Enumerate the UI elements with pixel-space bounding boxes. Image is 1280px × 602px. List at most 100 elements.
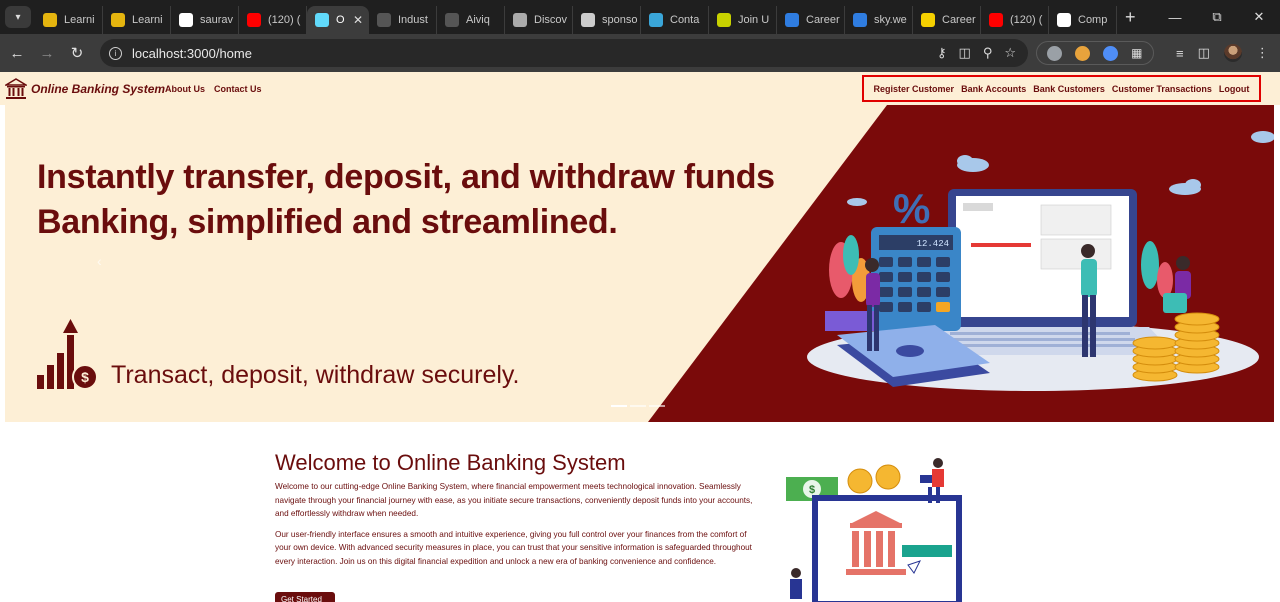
tab-title: (120) ( bbox=[268, 14, 301, 26]
restore-icon[interactable]: ⧉ bbox=[1196, 9, 1238, 25]
puzzle-extensions-icon[interactable]: ▦ bbox=[1131, 46, 1142, 60]
browser-tab[interactable]: Learni bbox=[103, 6, 171, 34]
tab-title: sky.we bbox=[874, 14, 907, 26]
tab-title: Learni bbox=[64, 14, 95, 26]
welcome-paragraph-2: Our user-friendly interface ensures a sm… bbox=[275, 529, 752, 566]
nav-customer-transactions[interactable]: Customer Transactions bbox=[1112, 84, 1212, 94]
carousel-indicator[interactable] bbox=[611, 405, 627, 407]
nav-contact-us[interactable]: Contact Us bbox=[214, 84, 262, 94]
close-window-icon[interactable]: ✕ bbox=[1238, 9, 1280, 25]
tab-favicon-icon bbox=[111, 13, 125, 27]
tab-title: Discov bbox=[534, 14, 568, 26]
reload-icon[interactable]: ↻ bbox=[62, 44, 92, 62]
browser-tab[interactable]: Conta bbox=[641, 6, 709, 34]
browser-tab-active[interactable]: O ✕ bbox=[307, 6, 369, 34]
tab-title: Aiviq bbox=[466, 14, 490, 26]
hero-tagline: Transact, deposit, withdraw securely. bbox=[111, 361, 520, 389]
tab-favicon-icon bbox=[315, 13, 329, 27]
tab-title: Indust bbox=[398, 14, 428, 26]
carousel-prev-icon[interactable]: ‹ bbox=[97, 253, 102, 269]
tab-title: Join U bbox=[738, 14, 770, 26]
site-info-icon[interactable]: i bbox=[109, 46, 122, 60]
carousel-indicators bbox=[611, 405, 665, 407]
extension-icon[interactable] bbox=[1103, 45, 1119, 61]
browser-tab[interactable]: (120) ( bbox=[981, 6, 1049, 34]
nav-register-customer[interactable]: Register Customer bbox=[874, 84, 955, 94]
browser-tab[interactable]: (120) ( bbox=[239, 6, 307, 34]
get-started-button[interactable]: Get Started bbox=[275, 592, 335, 602]
nav-bank-accounts[interactable]: Bank Accounts bbox=[961, 84, 1026, 94]
hero-headline-line1: Instantly transfer, deposit, and withdra… bbox=[37, 158, 775, 196]
welcome-paragraph-1: Welcome to our cutting-edge Online Banki… bbox=[275, 482, 753, 519]
nav-bank-customers[interactable]: Bank Customers bbox=[1033, 84, 1105, 94]
nav-about-us[interactable]: About Us bbox=[165, 84, 205, 94]
browser-tab[interactable]: Career bbox=[913, 6, 981, 34]
browser-tab[interactable]: Comp bbox=[1049, 6, 1117, 34]
tab-title: O bbox=[336, 14, 345, 26]
browser-tab[interactable]: Discov bbox=[505, 6, 573, 34]
side-panel-icon[interactable]: ◫ bbox=[1198, 45, 1210, 61]
calculator-display: 12.424 bbox=[917, 239, 949, 249]
tab-title: Comp bbox=[1078, 14, 1108, 26]
brand[interactable]: Online Banking System bbox=[5, 78, 165, 100]
password-key-icon[interactable]: ⚷ bbox=[937, 45, 947, 61]
browser-tab[interactable]: Join U bbox=[709, 6, 777, 34]
browser-tab[interactable]: Learni bbox=[35, 6, 103, 34]
new-tab-plus-icon[interactable]: + bbox=[1125, 7, 1136, 28]
bank-building-icon bbox=[5, 78, 27, 99]
tab-favicon-icon bbox=[247, 13, 261, 27]
web-page: Online Banking System About Us Contact U… bbox=[0, 72, 1280, 602]
carousel-indicator[interactable] bbox=[649, 405, 665, 407]
kebab-menu-icon[interactable]: ⋮ bbox=[1256, 45, 1269, 61]
admin-nav-links: Register Customer Bank Accounts Bank Cus… bbox=[862, 75, 1261, 102]
address-bar[interactable]: i localhost:3000/home ⚷ ◫ ⚲ ☆ bbox=[100, 39, 1028, 67]
forward-arrow-icon[interactable]: → bbox=[32, 45, 62, 62]
install-app-icon[interactable]: ◫ bbox=[959, 45, 971, 61]
reading-list-icon[interactable]: ≡ bbox=[1176, 46, 1184, 61]
browser-tab[interactable]: Career bbox=[777, 6, 845, 34]
hero-headline-line2: Banking, simplified and streamlined. bbox=[37, 203, 618, 241]
growth-chart-dollar-icon: $ bbox=[37, 319, 98, 390]
close-tab-icon[interactable]: ✕ bbox=[353, 13, 363, 27]
address-url[interactable]: localhost:3000/home bbox=[132, 46, 252, 61]
browser-tab[interactable]: saurav bbox=[171, 6, 239, 34]
bank-illustration: $ bbox=[786, 458, 962, 602]
svg-text:$: $ bbox=[81, 369, 89, 385]
tab-title: Career bbox=[806, 14, 840, 26]
brand-name[interactable]: Online Banking System bbox=[31, 82, 165, 96]
back-arrow-icon[interactable]: ← bbox=[2, 45, 32, 62]
tab-title: sponso bbox=[602, 14, 638, 26]
window-controls: — ⧉ ✕ bbox=[1154, 0, 1280, 34]
hero-carousel: % 12.424 Instantly transfer, deposit, an… bbox=[5, 105, 1274, 422]
carousel-indicator[interactable] bbox=[630, 405, 646, 407]
tab-favicon-icon bbox=[1057, 13, 1071, 27]
extension-icon[interactable] bbox=[1075, 45, 1091, 61]
tab-favicon-icon bbox=[179, 13, 193, 27]
browser-toolbar: ← → ↻ i localhost:3000/home ⚷ ◫ ⚲ ☆ ▦ ≡ … bbox=[0, 34, 1280, 72]
site-navbar: Online Banking System About Us Contact U… bbox=[0, 72, 1280, 105]
minimize-icon[interactable]: — bbox=[1154, 10, 1196, 25]
profile-avatar[interactable] bbox=[1223, 44, 1242, 62]
tab-search-chevron-icon[interactable]: ▾ bbox=[5, 6, 31, 28]
bookmark-star-icon[interactable]: ☆ bbox=[1004, 45, 1016, 61]
tab-favicon-icon bbox=[513, 13, 527, 27]
tab-title: Conta bbox=[670, 14, 700, 26]
tab-list: Learni Learni saurav (120) (O ✕ Indust Aiviq Di… bbox=[35, 0, 1117, 34]
tab-favicon-icon bbox=[581, 13, 595, 27]
browser-tab-strip: ▾ Learni Learni saurav (120) (O ✕ Indust Aiviq… bbox=[0, 0, 1280, 34]
browser-tab[interactable]: sponso bbox=[573, 6, 641, 34]
browser-tab[interactable]: sky.we bbox=[845, 6, 913, 34]
tab-favicon-icon bbox=[921, 13, 935, 27]
nav-logout[interactable]: Logout bbox=[1219, 84, 1250, 94]
tab-title: Career bbox=[942, 14, 976, 26]
tab-favicon-icon bbox=[649, 13, 663, 27]
tab-favicon-icon bbox=[445, 13, 459, 27]
browser-tab[interactable]: Aiviq bbox=[437, 6, 505, 34]
welcome-section: Welcome to Online Banking System Welcome… bbox=[275, 450, 755, 576]
browser-tab[interactable]: Indust bbox=[369, 6, 437, 34]
svg-text:$: $ bbox=[809, 484, 815, 496]
tab-favicon-icon bbox=[717, 13, 731, 27]
camera-extension-icon[interactable] bbox=[1047, 45, 1063, 61]
welcome-title: Welcome to Online Banking System bbox=[275, 450, 626, 475]
zoom-icon[interactable]: ⚲ bbox=[983, 45, 993, 61]
